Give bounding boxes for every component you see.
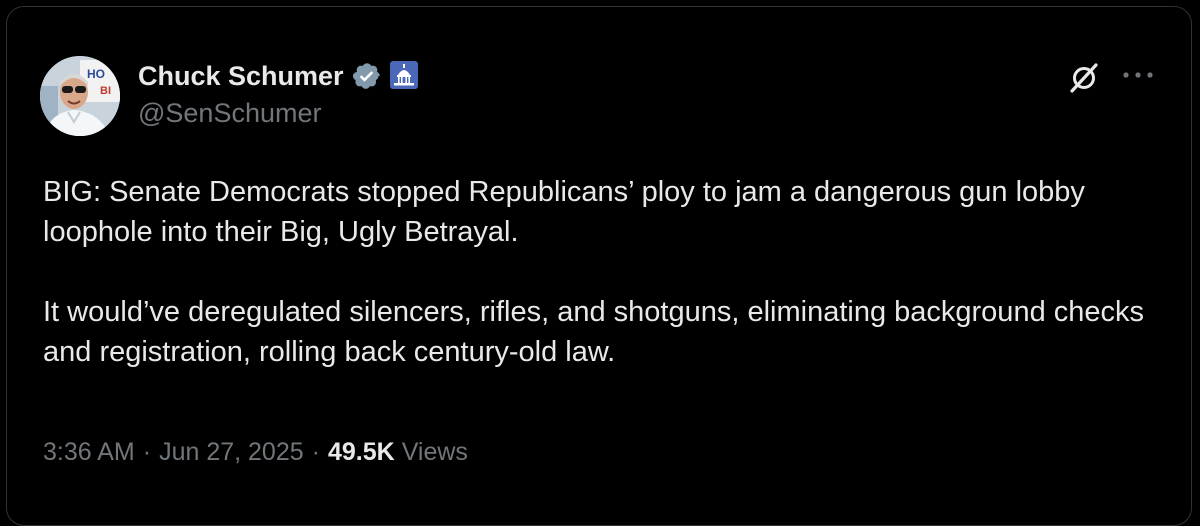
avatar[interactable]: HO BI [40,56,120,136]
grok-icon [1070,63,1098,93]
grok-button[interactable] [1064,58,1104,98]
tweet-paragraph-2: It would’ve deregulated silencers, rifle… [43,296,1145,368]
capitol-building-icon[interactable] [389,61,420,91]
avatar-photo: HO BI [40,56,120,136]
meta-separator: · [311,438,320,466]
views-label[interactable]: Views [402,438,468,467]
more-horizontal-icon [1123,72,1153,78]
views-count[interactable]: 49.5K [328,438,402,467]
author-display-name[interactable]: Chuck Schumer [138,61,344,92]
tweet-time[interactable]: 3:36 AM [43,438,135,467]
tweet-paragraph-1: BIG: Senate Democrats stopped Republican… [43,176,1085,248]
avatar-sign-text: HO [87,67,105,81]
author-handle[interactable]: @SenSchumer [138,98,322,129]
more-options-button[interactable] [1118,58,1158,92]
tweet-meta: 3:36 AM · Jun 27, 2025 · 49.5K Views [43,438,468,467]
svg-text:BI: BI [100,85,111,97]
tweet-text: BIG: Senate Democrats stopped Republican… [43,172,1153,372]
tweet-date[interactable]: Jun 27, 2025 [159,438,304,467]
author-name-row[interactable]: Chuck Schumer [138,58,420,94]
meta-separator: · [142,438,152,466]
verified-badge-icon[interactable] [352,61,382,91]
